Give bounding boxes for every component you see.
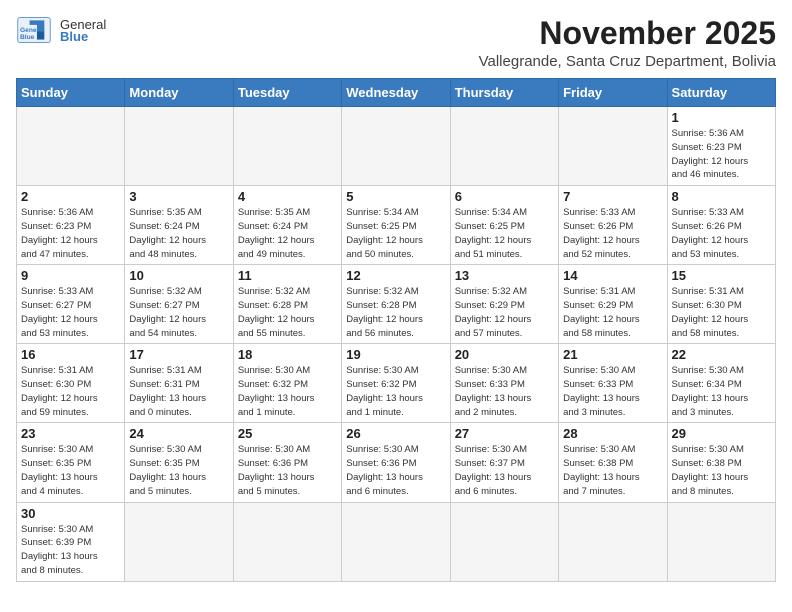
empty-cell xyxy=(233,502,341,581)
empty-cell xyxy=(559,107,667,186)
day-19: 19 Sunrise: 5:30 AM Sunset: 6:32 PM Dayl… xyxy=(342,344,450,423)
header-sunday: Sunday xyxy=(17,79,125,107)
empty-cell xyxy=(559,502,667,581)
day-5: 5 Sunrise: 5:34 AM Sunset: 6:25 PM Dayli… xyxy=(342,186,450,265)
day-20: 20 Sunrise: 5:30 AM Sunset: 6:33 PM Dayl… xyxy=(450,344,558,423)
day-23: 23 Sunrise: 5:30 AM Sunset: 6:35 PM Dayl… xyxy=(17,423,125,502)
location-title: Vallegrande, Santa Cruz Department, Boli… xyxy=(479,53,776,70)
day-3: 3 Sunrise: 5:35 AM Sunset: 6:24 PM Dayli… xyxy=(125,186,233,265)
empty-cell xyxy=(233,107,341,186)
day-27: 27 Sunrise: 5:30 AM Sunset: 6:37 PM Dayl… xyxy=(450,423,558,502)
day-22: 22 Sunrise: 5:30 AM Sunset: 6:34 PM Dayl… xyxy=(667,344,775,423)
empty-cell xyxy=(342,502,450,581)
empty-cell xyxy=(17,107,125,186)
weekday-header-row: Sunday Monday Tuesday Wednesday Thursday… xyxy=(17,79,776,107)
day-12: 12 Sunrise: 5:32 AM Sunset: 6:28 PM Dayl… xyxy=(342,265,450,344)
empty-cell xyxy=(125,107,233,186)
day-11: 11 Sunrise: 5:32 AM Sunset: 6:28 PM Dayl… xyxy=(233,265,341,344)
empty-cell xyxy=(450,107,558,186)
header-wednesday: Wednesday xyxy=(342,79,450,107)
day-9: 9 Sunrise: 5:33 AM Sunset: 6:27 PM Dayli… xyxy=(17,265,125,344)
svg-text:Blue: Blue xyxy=(20,34,35,41)
empty-cell xyxy=(125,502,233,581)
header-saturday: Saturday xyxy=(667,79,775,107)
header-tuesday: Tuesday xyxy=(233,79,341,107)
header-thursday: Thursday xyxy=(450,79,558,107)
page-header: General Blue General Blue November 2025 … xyxy=(16,16,776,70)
day-2: 2 Sunrise: 5:36 AM Sunset: 6:23 PM Dayli… xyxy=(17,186,125,265)
day-10: 10 Sunrise: 5:32 AM Sunset: 6:27 PM Dayl… xyxy=(125,265,233,344)
week-row-1: 1 Sunrise: 5:36 AM Sunset: 6:23 PM Dayli… xyxy=(17,107,776,186)
empty-cell xyxy=(342,107,450,186)
day-6: 6 Sunrise: 5:34 AM Sunset: 6:25 PM Dayli… xyxy=(450,186,558,265)
day-21: 21 Sunrise: 5:30 AM Sunset: 6:33 PM Dayl… xyxy=(559,344,667,423)
month-title: November 2025 xyxy=(479,16,776,51)
day-7: 7 Sunrise: 5:33 AM Sunset: 6:26 PM Dayli… xyxy=(559,186,667,265)
day-30: 30 Sunrise: 5:30 AM Sunset: 6:39 PM Dayl… xyxy=(17,502,125,581)
week-row-5: 23 Sunrise: 5:30 AM Sunset: 6:35 PM Dayl… xyxy=(17,423,776,502)
day-18: 18 Sunrise: 5:30 AM Sunset: 6:32 PM Dayl… xyxy=(233,344,341,423)
day-25: 25 Sunrise: 5:30 AM Sunset: 6:36 PM Dayl… xyxy=(233,423,341,502)
day-17: 17 Sunrise: 5:31 AM Sunset: 6:31 PM Dayl… xyxy=(125,344,233,423)
day-14: 14 Sunrise: 5:31 AM Sunset: 6:29 PM Dayl… xyxy=(559,265,667,344)
calendar-table: Sunday Monday Tuesday Wednesday Thursday… xyxy=(16,78,776,581)
week-row-4: 16 Sunrise: 5:31 AM Sunset: 6:30 PM Dayl… xyxy=(17,344,776,423)
title-area: November 2025 Vallegrande, Santa Cruz De… xyxy=(479,16,776,70)
header-monday: Monday xyxy=(125,79,233,107)
day-26: 26 Sunrise: 5:30 AM Sunset: 6:36 PM Dayl… xyxy=(342,423,450,502)
week-row-3: 9 Sunrise: 5:33 AM Sunset: 6:27 PM Dayli… xyxy=(17,265,776,344)
logo: General Blue General Blue xyxy=(16,16,106,44)
day-29: 29 Sunrise: 5:30 AM Sunset: 6:38 PM Dayl… xyxy=(667,423,775,502)
empty-cell xyxy=(450,502,558,581)
day-24: 24 Sunrise: 5:30 AM Sunset: 6:35 PM Dayl… xyxy=(125,423,233,502)
day-8: 8 Sunrise: 5:33 AM Sunset: 6:26 PM Dayli… xyxy=(667,186,775,265)
week-row-2: 2 Sunrise: 5:36 AM Sunset: 6:23 PM Dayli… xyxy=(17,186,776,265)
day-1: 1 Sunrise: 5:36 AM Sunset: 6:23 PM Dayli… xyxy=(667,107,775,186)
header-friday: Friday xyxy=(559,79,667,107)
week-row-6: 30 Sunrise: 5:30 AM Sunset: 6:39 PM Dayl… xyxy=(17,502,776,581)
day-16: 16 Sunrise: 5:31 AM Sunset: 6:30 PM Dayl… xyxy=(17,344,125,423)
day-4: 4 Sunrise: 5:35 AM Sunset: 6:24 PM Dayli… xyxy=(233,186,341,265)
empty-cell xyxy=(667,502,775,581)
day-28: 28 Sunrise: 5:30 AM Sunset: 6:38 PM Dayl… xyxy=(559,423,667,502)
day-13: 13 Sunrise: 5:32 AM Sunset: 6:29 PM Dayl… xyxy=(450,265,558,344)
logo-icon: General Blue xyxy=(16,16,52,44)
day-15: 15 Sunrise: 5:31 AM Sunset: 6:30 PM Dayl… xyxy=(667,265,775,344)
